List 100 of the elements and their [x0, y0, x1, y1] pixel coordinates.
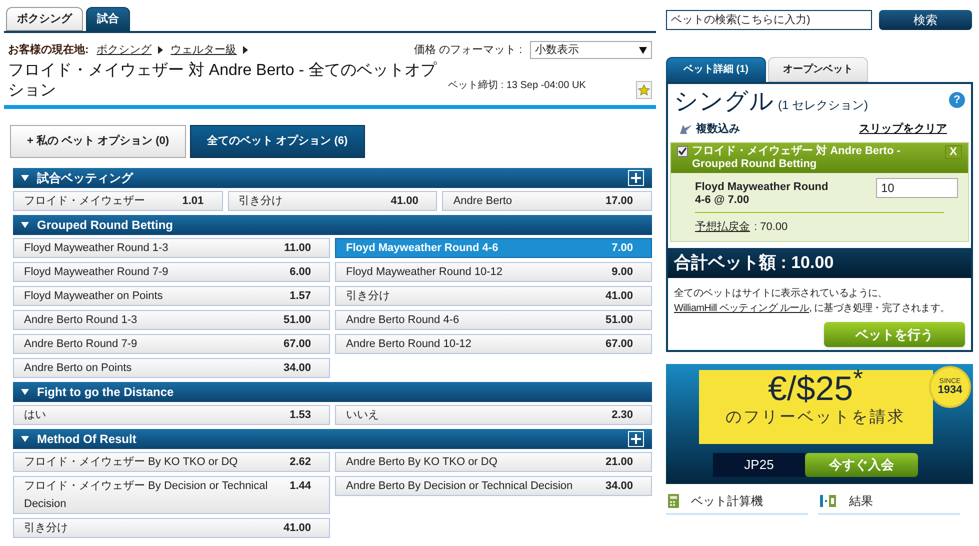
caret-right-icon [242, 46, 248, 54]
bet-option[interactable]: Andre Berto 17.00 [442, 191, 652, 211]
bet-option[interactable]: はい 1.53 [13, 405, 330, 425]
option-label: いいえ [346, 408, 380, 423]
plus-icon[interactable] [628, 170, 644, 186]
option-label: Andre Berto [453, 194, 514, 209]
bet-option[interactable]: Andre Berto on Points 34.00 [13, 358, 330, 378]
betting-rules-link[interactable]: WilliamHill ベッティング ルール [674, 303, 810, 314]
bet-option[interactable]: Floyd Mayweather Round 4-6 7.00 [335, 238, 652, 258]
stake-field[interactable]: 10 [876, 178, 958, 198]
bet-option[interactable]: 引き分け 41.00 [13, 518, 330, 538]
bet-deadline: ベット締切 : 13 Sep -04:00 UK [448, 78, 587, 93]
option-price: 2.62 [290, 455, 312, 470]
total-stake: 合計ベット額 : 10.00 [668, 248, 971, 278]
option-label: Andre Berto By KO TKO or DQ [346, 455, 498, 470]
option-price: 7.00 [612, 241, 634, 256]
market-header[interactable]: Grouped Round Betting [13, 215, 652, 235]
bet-option[interactable]: フロイド・メイウェザー 1.01 [13, 191, 223, 211]
sport-tab[interactable]: 試合 [86, 7, 130, 31]
bet-option[interactable]: Andre Berto Round 1-3 51.00 [13, 310, 330, 330]
option-price: 1.01 [182, 194, 205, 209]
terms-text: 全てのベットはサイトに表示されているように、 WilliamHill ベッティング ルール, に基づき処理・完了されます。 [673, 286, 951, 316]
market-title: 試合ベッティング [37, 170, 134, 187]
footer-link[interactable]: ベット計算機 [666, 489, 808, 515]
promo-offer: のフリーベットを請求 [726, 408, 906, 428]
caret-right-icon [158, 46, 163, 54]
bet-option[interactable]: 引き分け 41.00 [228, 191, 438, 211]
selection-count: (1 セレクション) [778, 97, 868, 114]
selection-pick: Floyd Mayweather Round 4-6 @ 7.00 [695, 180, 830, 206]
market-title: Fight to go the Distance [37, 384, 175, 401]
option-label: Andre Berto By Decision or Technical Decision [346, 479, 574, 494]
returns-label: 予想払戻金 [695, 220, 750, 234]
bet-option[interactable]: Andre Berto Round 4-6 51.00 [335, 310, 652, 330]
calculator-icon [668, 494, 679, 508]
option-label: フロイド・メイウェザー [24, 194, 146, 209]
bet-option[interactable]: Floyd Mayweather Round 10-12 9.00 [335, 262, 652, 282]
arrow-icon [680, 124, 692, 134]
option-label: Floyd Mayweather Round 7-9 [24, 265, 170, 280]
plus-icon[interactable] [628, 431, 644, 447]
option-price: 34.00 [283, 361, 312, 376]
market-header[interactable]: Method Of Result [13, 429, 652, 449]
option-price: 41.00 [605, 289, 634, 304]
search-button[interactable]: 検索 [879, 10, 972, 30]
bet-option[interactable]: Floyd Mayweather on Points 1.57 [13, 286, 330, 306]
market-header[interactable]: Fight to go the Distance [13, 382, 652, 402]
bet-option[interactable]: いいえ 2.30 [335, 405, 652, 425]
bet-options-button[interactable]: + 私の ベット オプション (0) [10, 125, 186, 158]
bet-option[interactable]: Floyd Mayweather Round 1-3 11.00 [13, 238, 330, 258]
option-label: フロイド・メイウェザー By Decision or Technical Decision [24, 479, 269, 512]
breadcrumb-label: お客様の現在地: [8, 42, 89, 58]
bet-options-button[interactable]: 全てのベット オプション (6) [190, 125, 365, 158]
option-price: 41.00 [283, 521, 312, 536]
bet-option[interactable]: 引き分け 41.00 [335, 286, 652, 306]
bet-option[interactable]: Andre Berto Round 7-9 67.00 [13, 334, 330, 354]
bet-option[interactable]: Andre Berto By KO TKO or DQ 21.00 [335, 452, 652, 472]
help-button[interactable]: ? [949, 92, 965, 108]
event-title: フロイド・メイウェザー 対 Andre Berto - 全てのベットオプション [8, 61, 438, 101]
returns-value: : 70.00 [754, 220, 788, 234]
option-price: 51.00 [283, 313, 312, 328]
bet-option[interactable]: フロイド・メイウェザー By Decision or Technical Decision 1.44 [13, 476, 330, 514]
option-label: Floyd Mayweather Round 4-6 [346, 241, 500, 256]
option-label: 引き分け [238, 194, 284, 209]
collapse-caret-icon [21, 222, 29, 228]
option-label: Floyd Mayweather Round 1-3 [24, 241, 170, 256]
option-price: 9.00 [612, 265, 634, 280]
favourite-star-icon[interactable] [636, 81, 652, 99]
selection-checkbox[interactable] [677, 146, 688, 156]
footer-link[interactable]: 結果 [818, 489, 960, 515]
promo-amount: €/$25$^{*}$ [768, 370, 864, 408]
collapse-caret-icon [21, 436, 29, 442]
market-title: Method Of Result [37, 431, 138, 448]
option-label: Floyd Mayweather on Points [24, 289, 164, 304]
price-format-select[interactable]: 小数表示 [530, 41, 652, 59]
option-label: フロイド・メイウェザー By KO TKO or DQ [24, 455, 239, 470]
promo-code: JP25 [713, 453, 805, 477]
breadcrumb-link[interactable]: ボクシング [96, 42, 152, 58]
option-label: Andre Berto Round 7-9 [24, 337, 138, 352]
breadcrumb-link[interactable]: ウェルター級 [170, 42, 237, 58]
option-price: 21.00 [605, 455, 634, 470]
option-label: Andre Berto Round 10-12 [346, 337, 472, 352]
clear-slip-link[interactable]: スリップをクリア [859, 121, 947, 138]
bet-slip-tab[interactable]: ベット詳細 (1) [666, 57, 766, 82]
option-price: 1.57 [290, 289, 312, 304]
sport-tab[interactable]: ボクシング [6, 7, 83, 31]
market-header[interactable]: 試合ベッティング [13, 168, 652, 188]
bet-option[interactable]: Andre Berto Round 10-12 67.00 [335, 334, 652, 354]
multiples-label: 複数込み [696, 122, 740, 137]
option-price: 17.00 [605, 194, 634, 209]
bet-option[interactable]: フロイド・メイウェザー By KO TKO or DQ 2.62 [13, 452, 330, 472]
option-price: 67.00 [283, 337, 312, 352]
option-price: 51.00 [605, 313, 634, 328]
selection-title: フロイド・メイウェザー 対 Andre Berto - Grouped Round Betting [692, 144, 902, 170]
bet-option[interactable]: Andre Berto By Decision or Technical Decision 34.00 [335, 476, 652, 496]
option-label: 引き分け [346, 289, 391, 304]
bet-slip-tab[interactable]: オープンベット [768, 57, 868, 82]
bet-option[interactable]: Floyd Mayweather Round 7-9 6.00 [13, 262, 330, 282]
search-field[interactable]: ベットの検索(こちらに入力) [666, 10, 872, 30]
market-title: Grouped Round Betting [37, 217, 174, 234]
option-label: Floyd Mayweather Round 10-12 [346, 265, 504, 280]
since-year: 1934 [938, 385, 962, 396]
